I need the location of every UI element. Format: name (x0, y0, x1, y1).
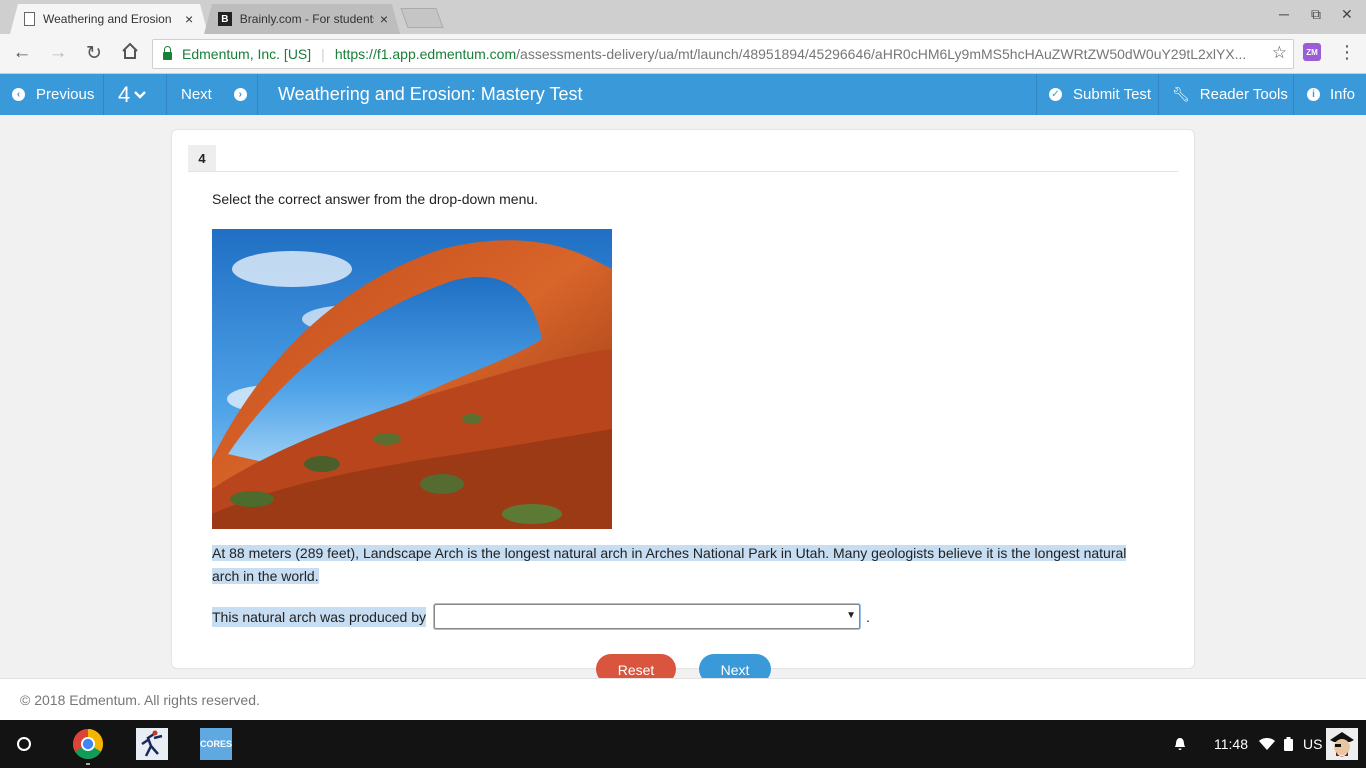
answer-prompt: This natural arch was produced by (212, 606, 426, 627)
content-area: 4 Select the correct answer from the dro… (0, 115, 1366, 678)
tab-brainly[interactable]: B Brainly.com - For students × (204, 4, 400, 34)
cores-app-icon[interactable]: CORES (200, 728, 232, 760)
caret-down-icon: ▼ (846, 610, 856, 621)
user-avatar[interactable] (1326, 728, 1358, 760)
answer-row: This natural arch was produced by ▼ . (212, 604, 870, 629)
arrow-right-circle-icon: › (233, 88, 247, 101)
question-instruction: Select the correct answer from the drop-… (212, 191, 539, 207)
passage-text: At 88 meters (289 feet), Landscape Arch … (212, 542, 1152, 588)
tab-title: Weathering and Erosion (43, 12, 172, 26)
lock-icon (163, 46, 172, 60)
wifi-icon[interactable] (1259, 720, 1275, 768)
question-selector[interactable]: 4 (104, 74, 167, 115)
brainly-favicon-icon: B (218, 12, 232, 26)
arrow-left-circle-icon: ‹ (12, 88, 25, 101)
browser-toolbar: ← → ↻ Edmentum, Inc. [US] | https://f1.a… (0, 34, 1366, 74)
answer-dropdown[interactable]: ▼ (434, 604, 860, 629)
info-button[interactable]: i Info (1293, 74, 1366, 115)
bookmark-star-icon[interactable]: ☆ (1272, 43, 1287, 63)
next-question-button[interactable]: Next › (167, 74, 258, 115)
forward-arrow-icon[interactable]: → (46, 42, 70, 64)
restore-icon[interactable]: ⧉ (1311, 6, 1321, 23)
reader-tools-label: Reader Tools (1199, 86, 1288, 103)
chrome-icon[interactable] (72, 728, 104, 760)
reader-tools-button[interactable]: 🔧︎ Reader Tools (1158, 74, 1293, 115)
chevron-down-icon (134, 90, 147, 100)
sentence-period: . (866, 608, 870, 625)
home-icon[interactable] (118, 42, 142, 66)
previous-label: Previous (36, 86, 95, 103)
submit-test-label: Submit Test (1073, 86, 1152, 103)
url-path: /assessments-delivery/ua/mt/launch/48951… (516, 46, 1247, 62)
close-window-icon[interactable]: ✕ (1341, 6, 1353, 23)
page-footer: © 2018 Edmentum. All rights reserved. (0, 678, 1366, 720)
tab-weathering-erosion[interactable]: Weathering and Erosion × (10, 4, 208, 34)
previous-button[interactable]: ‹ Previous (0, 74, 104, 115)
reload-icon[interactable]: ↻ (82, 42, 106, 65)
minimize-icon[interactable]: ─ (1279, 6, 1289, 22)
passage-highlighted: At 88 meters (289 feet), Landscape Arch … (212, 545, 1127, 584)
input-locale[interactable]: US (1303, 720, 1322, 768)
test-title: Weathering and Erosion: Mastery Test (278, 84, 583, 104)
copyright-text: © 2018 Edmentum. All rights reserved. (20, 691, 260, 708)
system-shelf: CORES 11:48 US (0, 720, 1366, 768)
dance-app-icon[interactable] (136, 728, 168, 760)
tab-title: Brainly.com - For students (239, 12, 374, 26)
reset-button[interactable]: Reset (596, 654, 676, 678)
browser-tab-strip: Weathering and Erosion × B Brainly.com -… (0, 0, 1366, 34)
launcher-circle-icon[interactable] (17, 737, 31, 751)
close-tab-icon[interactable]: × (185, 11, 193, 27)
kebab-menu-icon[interactable]: ⋮ (1338, 42, 1356, 63)
site-identity: Edmentum, Inc. [US] (182, 46, 312, 62)
new-tab-button[interactable] (400, 8, 444, 28)
info-circle-icon: i (1307, 88, 1320, 101)
close-tab-icon[interactable]: × (380, 11, 388, 27)
assessment-toolbar: ‹ Previous 4 Next › Weathering and Erosi… (0, 74, 1366, 115)
clock-time[interactable]: 11:48 (1214, 720, 1248, 768)
back-arrow-icon[interactable]: ← (10, 42, 34, 64)
question-number: 4 (188, 145, 216, 171)
check-circle-icon: ✓ (1049, 88, 1062, 101)
info-label: Info (1330, 86, 1356, 103)
next-label: Next (181, 86, 212, 103)
address-bar[interactable]: Edmentum, Inc. [US] | https://f1.app.edm… (152, 39, 1294, 69)
url-host: https://f1.app.edmentum.com (334, 46, 517, 62)
document-icon (24, 12, 35, 26)
wrench-icon: 🔧︎ (1172, 86, 1190, 102)
battery-icon[interactable] (1284, 720, 1293, 768)
next-button[interactable]: Next (699, 654, 771, 678)
active-app-indicator (86, 763, 90, 765)
landscape-arch-photo (212, 229, 612, 529)
notification-bell-icon[interactable] (1174, 720, 1186, 768)
extension-icon[interactable]: ZM (1303, 43, 1321, 61)
question-selector-value: 4 (118, 81, 131, 107)
submit-test-button[interactable]: ✓ Submit Test (1036, 74, 1158, 115)
divider (188, 171, 1178, 172)
question-card: 4 Select the correct answer from the dro… (171, 129, 1195, 678)
